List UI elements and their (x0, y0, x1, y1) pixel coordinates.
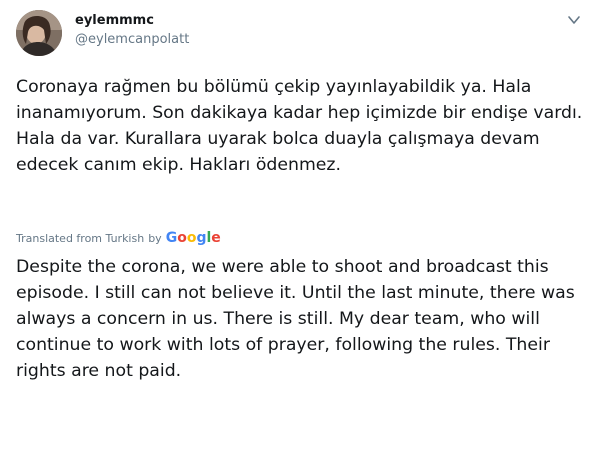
translated-by: by (148, 231, 162, 245)
profile-photo-icon (16, 10, 62, 56)
translated-label: Translated from Turkish (16, 231, 145, 245)
tweet-text: Coronaya rağmen bu bölümü çekip yayınlay… (16, 77, 583, 175)
avatar[interactable] (16, 10, 62, 56)
cropped-header-fragment: ⌄ ⌄ ⌄ (60, 0, 180, 3)
display-name[interactable]: eylemmmc (75, 13, 154, 28)
user-handle[interactable]: @eylemcanpolatt (75, 32, 189, 47)
google-logo: Google (165, 230, 221, 246)
chevron-down-icon[interactable] (566, 12, 582, 26)
translation-attribution[interactable]: Translated from Turkish by Google (16, 229, 221, 247)
translated-tweet-text: Despite the corona, we were able to shoo… (16, 257, 575, 381)
